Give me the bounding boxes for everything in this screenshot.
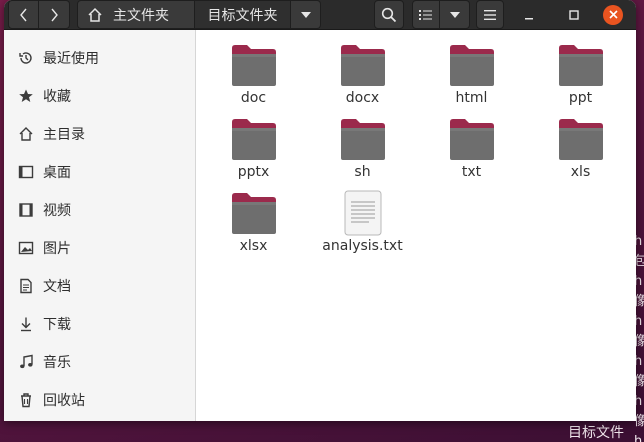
path-menu-button[interactable] [291,0,321,29]
file-label: analysis.txt [322,238,403,254]
sidebar-item-label: 桌面 [43,165,71,181]
sidebar-item-label: 最近使用 [43,51,99,67]
sidebar-item-recent[interactable]: 最近使用 [4,39,195,77]
folder-icon [231,193,276,234]
search-icon [381,7,397,22]
video-icon [18,202,34,218]
maximize-icon [569,9,579,20]
file-grid: doc docx html ppt pptx sh txt xls xlsx a… [197,30,635,264]
minimize-button[interactable] [514,0,544,29]
image-icon [18,240,34,256]
folder-icon [558,45,603,86]
list-view-icon [419,9,432,20]
sidebar-item-music[interactable]: 音乐 [4,343,195,381]
path-home-label: 主文件夹 [113,7,169,24]
sidebar-item-label: 图片 [43,241,71,257]
file-label: docx [345,90,380,106]
folder-icon [449,45,494,86]
folder-icon [449,119,494,160]
file-item-analysis-txt[interactable]: analysis.txt [308,190,417,264]
sidebar-item-label: 回收站 [43,393,85,409]
folder-icon [558,119,603,160]
sidebar-item-home[interactable]: 主目录 [4,115,195,153]
file-label: sh [354,164,371,180]
chevron-right-icon [51,8,58,21]
folder-item-docx[interactable]: docx [308,42,417,116]
sidebar-item-label: 收藏 [43,89,71,105]
file-label: xls [570,164,591,180]
folder-item-xls[interactable]: xls [526,116,635,190]
folder-item-pptx[interactable]: pptx [199,116,308,190]
triangle-down-icon [449,11,460,18]
sidebar-item-documents[interactable]: 文档 [4,267,195,305]
file-label: ppt [568,90,593,106]
file-view: doc docx html ppt pptx sh txt xls xlsx a… [197,30,636,421]
sidebar-item-downloads[interactable]: 下载 [4,305,195,343]
document-icon [18,278,34,294]
folder-item-html[interactable]: html [417,42,526,116]
chevron-left-icon [19,8,27,21]
search-button[interactable] [374,0,404,29]
forward-button[interactable] [39,0,70,29]
list-view-button[interactable] [412,0,440,29]
sidebar-item-trash[interactable]: 回收站 [4,381,195,419]
folder-icon [231,119,276,160]
download-icon [18,316,34,332]
music-icon [18,354,34,370]
file-label: txt [461,164,482,180]
sidebar-item-pictures[interactable]: 图片 [4,229,195,267]
folder-icon [340,119,385,160]
back-button[interactable] [8,0,39,29]
main-menu-button[interactable] [476,0,504,29]
star-icon [18,88,34,104]
hamburger-icon [484,9,496,20]
desktop-icon [18,164,34,180]
file-label: xlsx [239,238,268,254]
path-current-label: 目标文件夹 [207,7,278,24]
sidebar-item-label: 下载 [43,317,71,333]
sidebar: 最近使用 收藏 主目录 桌面 视频 图片 文档 下载 音乐 回收站 [4,30,196,421]
sidebar-item-label: 视频 [43,203,71,219]
folder-item-sh[interactable]: sh [308,116,417,190]
folder-icon [231,45,276,86]
headerbar: 主文件夹 目标文件夹 [4,0,636,30]
folder-item-xlsx[interactable]: xlsx [199,190,308,264]
maximize-button[interactable] [559,0,589,29]
close-button[interactable] [598,0,628,29]
view-options-button[interactable] [440,0,470,29]
folder-item-ppt[interactable]: ppt [526,42,635,116]
sidebar-item-videos[interactable]: 视频 [4,191,195,229]
trash-icon [18,392,34,408]
text-file-icon [344,190,381,236]
sidebar-item-desktop[interactable]: 桌面 [4,153,195,191]
file-label: pptx [237,164,270,180]
folder-item-txt[interactable]: txt [417,116,526,190]
file-label: doc [240,90,267,106]
file-manager-window: 主文件夹 目标文件夹 最近使用 收藏 主目录 桌面 视频 图片 文档 下载 音乐… [4,0,636,421]
folder-item-doc[interactable]: doc [199,42,308,116]
path-home-button[interactable]: 主文件夹 [77,0,195,29]
minimize-icon [525,17,533,19]
home-icon [88,7,102,22]
triangle-down-icon [300,11,311,18]
close-icon [603,4,623,25]
sidebar-item-starred[interactable]: 收藏 [4,77,195,115]
file-label: html [455,90,488,106]
sidebar-item-label: 音乐 [43,355,71,371]
folder-icon [340,45,385,86]
home-icon [18,126,34,142]
recent-icon [18,50,34,66]
sidebar-item-label: 主目录 [43,127,85,143]
path-current-button[interactable]: 目标文件夹 [195,0,291,29]
sidebar-item-label: 文档 [43,279,71,295]
